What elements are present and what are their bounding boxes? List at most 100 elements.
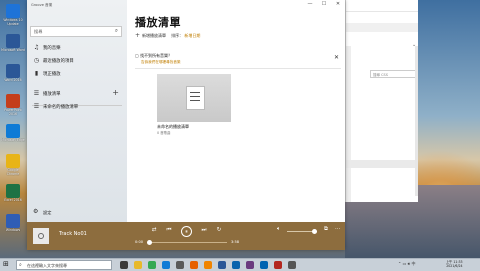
track-title[interactable]: Track No01 [59, 231, 87, 237]
gear-icon: ⚙ [33, 208, 39, 215]
volume-icon[interactable]: 🔈︎ [277, 226, 280, 233]
desktop-app-icon [6, 34, 20, 48]
windows-start-icon[interactable]: ⊞ [3, 261, 9, 268]
taskbar-search-input[interactable]: ⌕ 在這裡輸入文字來搜尋 [16, 260, 112, 270]
play-pause-button[interactable]: ⏸ [181, 226, 192, 237]
background-window-scrollbar[interactable] [415, 46, 418, 196]
previous-icon[interactable]: ⏮ [164, 227, 174, 234]
taskbar-clock[interactable]: 上午 11:33 2021/6/24 [446, 260, 463, 268]
sort-dropdown[interactable]: 新增日期 [184, 33, 200, 38]
word-icon[interactable] [218, 261, 226, 269]
sort-label: 排序： [171, 33, 184, 38]
groove-music-window: Groove 音樂 搜尋 ⌕ ♫ 我的音樂 ◷ 最近播放的項目 ▮ 現正播放 ☰… [27, 0, 345, 250]
equalizer-icon: ▮ [34, 70, 39, 77]
settings-icon[interactable] [288, 261, 296, 269]
nav-label: 播放清單 [43, 92, 61, 97]
desktop-icon-label: Windows 10 Update [3, 18, 23, 26]
search-icon: ⌕ [19, 262, 22, 268]
desktop-app-icon [6, 94, 20, 108]
playlist-toolbar: + 新增播放清單 排序： 新增日期 [135, 32, 200, 40]
divider [135, 68, 341, 69]
vlc-icon[interactable] [204, 261, 212, 269]
plus-icon[interactable]: + [135, 32, 140, 39]
page-title: 播放清單 [135, 16, 181, 29]
nav-playlists[interactable]: ☰ 播放清單 + [27, 88, 127, 100]
taskbar-search-placeholder: 在這裡輸入文字來搜尋 [27, 263, 67, 268]
now-playing-bar: Track No01 ⇄ ⏮ ⏸ ⏭ ↻ 0:00 3:58 🔈︎ ⧉ ⋯ [27, 222, 345, 250]
close-icon[interactable]: ✕ [334, 54, 339, 61]
desktop-app-icon [6, 64, 20, 78]
nav-my-music[interactable]: ♫ 我的音樂 [27, 42, 127, 54]
desktop-app-icon [6, 154, 20, 168]
add-playlist-icon[interactable]: + [112, 88, 119, 97]
desktop-icon-label: Excel 2016 [4, 198, 22, 202]
task-view-icon[interactable] [120, 261, 128, 269]
firefox-icon[interactable] [190, 261, 198, 269]
seek-bar[interactable] [147, 242, 227, 243]
seek-handle[interactable] [146, 240, 152, 245]
nav-now-playing[interactable]: ▮ 現正播放 [27, 68, 127, 80]
desktop-icon-label: Microsoft Word [1, 48, 25, 52]
more-options-icon[interactable]: ⋯ [335, 226, 341, 232]
mini-view-icon[interactable]: ⧉ [324, 226, 328, 233]
shuffle-icon[interactable]: ⇄ [149, 227, 159, 233]
desktop-icon[interactable]: PowerPoint 2016 [1, 94, 25, 117]
nav-label: 最近播放的項目 [43, 59, 74, 64]
nav-label: 未命名的播放清單 [43, 105, 79, 110]
window-controls: — ☐ ✕ [303, 0, 345, 9]
time-total: 3:58 [231, 240, 240, 244]
settings-button[interactable]: ⚙ 設定 [27, 206, 127, 218]
playlist-tile[interactable] [157, 74, 231, 122]
background-window[interactable]: ⌄ 搜尋 CSS [345, 0, 418, 202]
nav-label: 現正播放 [43, 72, 61, 77]
app-title: Groove 音樂 [31, 3, 53, 7]
desktop-icon[interactable]: Microsoft Edge [1, 124, 25, 143]
background-window-statusbar [346, 160, 418, 168]
missing-music-notice: ▢ 找不到所有音樂？ 告訴我們在哪裡尋找音樂 ✕ [135, 53, 341, 67]
notice-title: ▢ 找不到所有音樂？ [135, 53, 173, 58]
photos-icon[interactable] [260, 261, 268, 269]
new-playlist-button[interactable]: 新增播放清單 [142, 33, 166, 38]
desktop-icon[interactable]: Excel 2016 [1, 184, 25, 203]
desktop-icon[interactable]: Microsoft Word [1, 34, 25, 53]
outlook-icon[interactable] [232, 261, 240, 269]
desktop-icon-label: Word 2016 [4, 78, 22, 82]
time-elapsed: 0:00 [135, 240, 144, 244]
desktop-icon[interactable]: Word 2016 [1, 64, 25, 83]
background-window-titlebar[interactable] [346, 0, 418, 12]
file-explorer-icon[interactable] [134, 261, 142, 269]
chrome-icon[interactable] [148, 261, 156, 269]
minimize-button[interactable]: — [303, 0, 317, 9]
desktop-icon-label: Microsoft Edge [1, 138, 25, 142]
volume-handle[interactable] [312, 229, 317, 234]
desktop-app-icon [6, 124, 20, 138]
system-tray[interactable]: ⌃ ▭ 🔊︎ 中 [398, 261, 415, 267]
nav-untitled-playlist[interactable]: ☰ 未命名的播放清單 [27, 101, 127, 113]
desktop-app-icon [6, 184, 20, 198]
desktop-icon[interactable]: Windows 10 Update [1, 4, 25, 27]
maximize-button[interactable]: ☐ [317, 0, 331, 9]
desktop-icon[interactable]: Windows [1, 214, 25, 233]
desktop-app-icon [6, 214, 20, 228]
background-window-search-input[interactable]: 搜尋 CSS [370, 70, 416, 78]
search-icon[interactable]: ⌕ [115, 28, 118, 35]
search-input[interactable]: 搜尋 ⌕ [30, 26, 122, 37]
edge-icon[interactable] [162, 261, 170, 269]
desktop-icon[interactable]: Google Chrome [1, 154, 25, 177]
notice-link[interactable]: 告訴我們在哪裡尋找音樂 [141, 60, 181, 65]
album-art[interactable] [33, 228, 49, 244]
desktop-icon-label: Windows [5, 228, 21, 232]
groove-icon[interactable] [246, 261, 254, 269]
music-note-icon: ♫ [33, 44, 40, 51]
media-icon[interactable] [274, 261, 282, 269]
playlist-song-count: 0 首歌曲 [157, 131, 171, 135]
background-window-toolbar [346, 23, 418, 32]
clock-date: 2021/6/24 [446, 264, 463, 268]
next-icon[interactable]: ⏭ [199, 227, 209, 234]
search-placeholder: 搜尋 [34, 29, 43, 34]
playlist-icon: ☰ [33, 90, 40, 97]
repeat-icon[interactable]: ↻ [214, 227, 224, 233]
close-button[interactable]: ✕ [331, 0, 345, 9]
store-icon[interactable] [176, 261, 184, 269]
nav-recent[interactable]: ◷ 最近播放的項目 [27, 55, 127, 67]
